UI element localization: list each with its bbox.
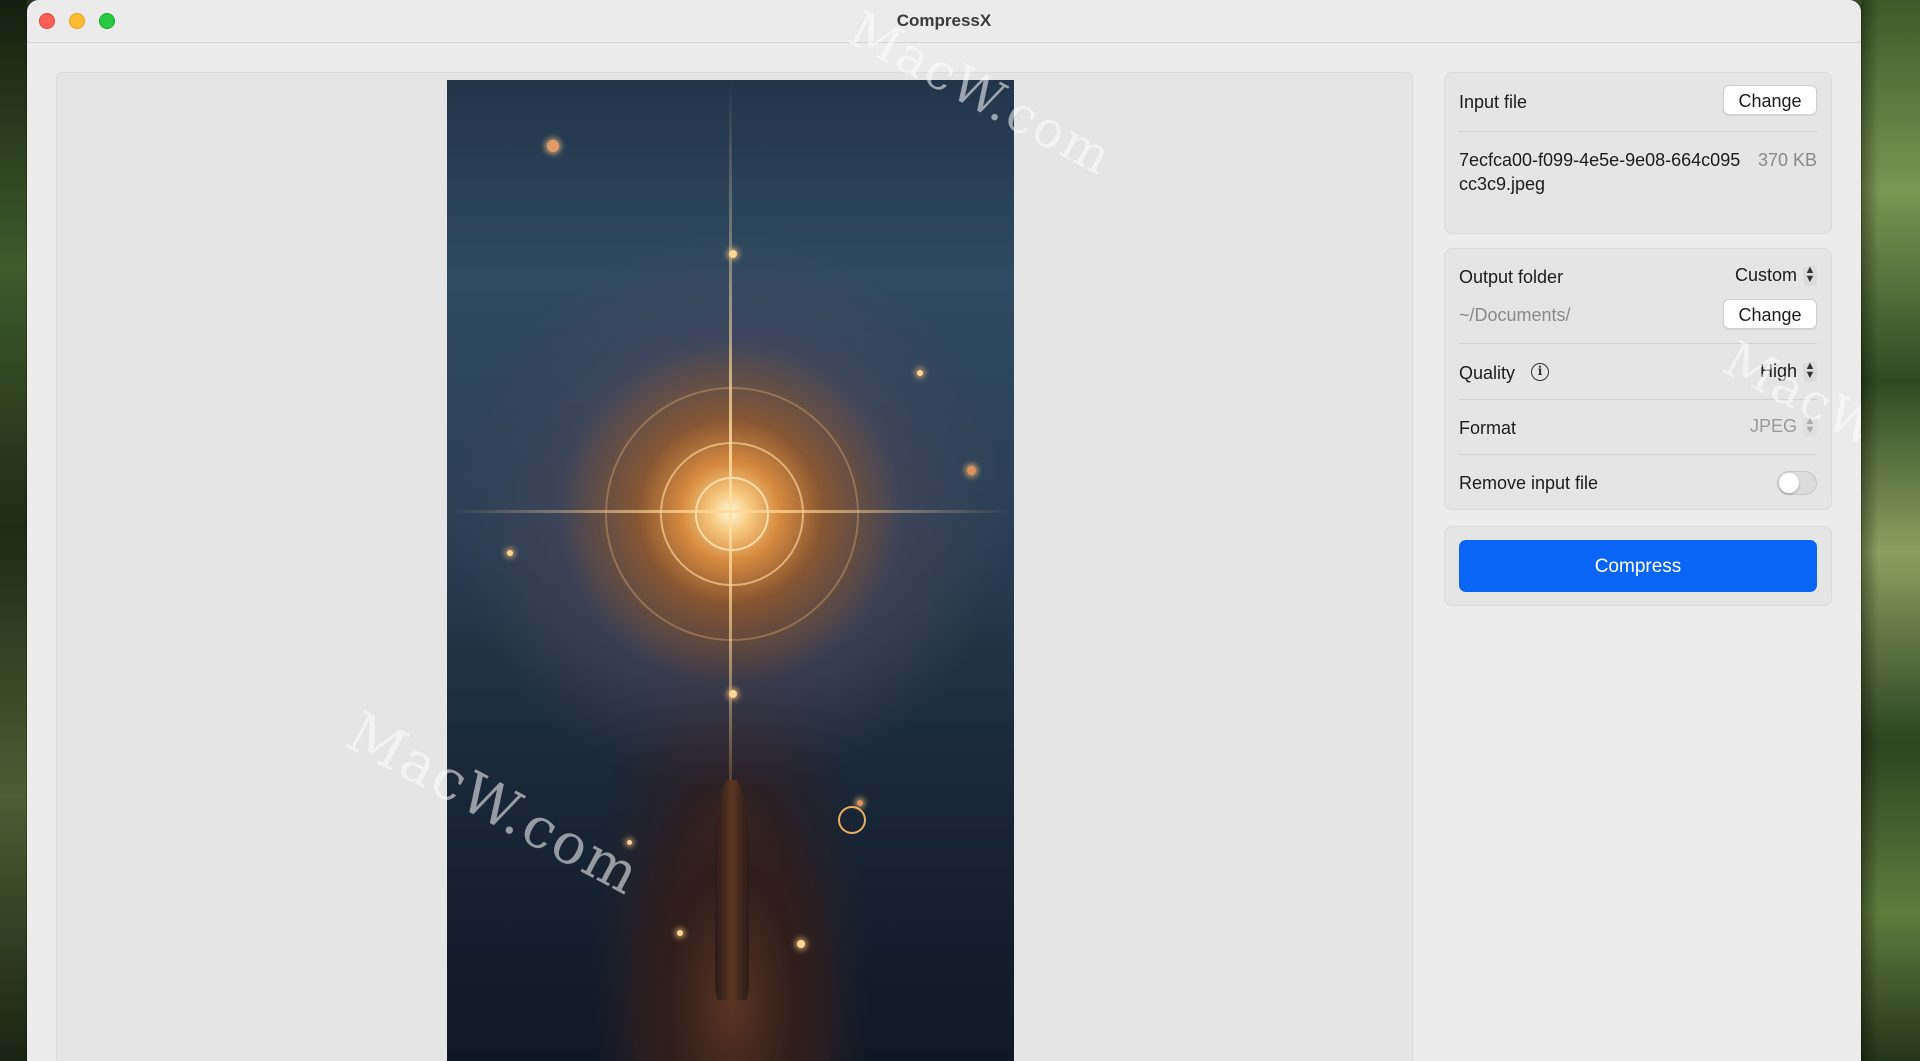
preview-art-sparkle [857, 800, 863, 806]
output-folder-mode: Custom [1734, 265, 1797, 285]
preview-art-sparkle [967, 466, 976, 475]
divider [1459, 454, 1817, 455]
preview-art-orb [838, 806, 866, 834]
divider [1459, 343, 1817, 344]
compress-card: Compress [1444, 526, 1832, 606]
preview-art-sparkle [677, 930, 683, 936]
change-input-file-button[interactable]: Change [1723, 85, 1817, 115]
format-popup: JPEG ▲ ▼ [1749, 414, 1817, 437]
divider [1459, 399, 1817, 400]
preview-art-sparkle [729, 690, 737, 698]
preview-art-sparkle [627, 840, 632, 845]
format-label: Format [1459, 418, 1517, 438]
preview-art-sparkle [797, 940, 805, 948]
info-icon[interactable]: i [1531, 363, 1549, 381]
format-value: JPEG [1749, 416, 1797, 436]
preview-pane [56, 72, 1413, 1061]
desktop-background-right [1861, 0, 1920, 1061]
input-file-card: Input file Change 7ecfca00-f099-4e5e-9e0… [1444, 72, 1832, 234]
output-settings-card: Output folder Custom ▲ ▼ ~/Documents/ Cha… [1444, 248, 1832, 510]
toggle-knob [1779, 473, 1799, 493]
input-file-size: 370 KB [1757, 150, 1817, 170]
chevron-updown-icon: ▲ ▼ [1803, 263, 1817, 286]
chevron-updown-icon: ▲ ▼ [1803, 359, 1817, 382]
change-output-folder-button[interactable]: Change [1723, 299, 1817, 329]
window-title: CompressX [896, 11, 992, 30]
output-folder-label: Output folder [1459, 267, 1564, 287]
divider [1459, 131, 1817, 132]
preview-art-sparkle [917, 370, 923, 376]
desktop-background-left [0, 0, 27, 1061]
output-folder-path: ~/Documents/ [1459, 305, 1571, 325]
output-folder-popup[interactable]: Custom ▲ ▼ [1734, 263, 1817, 286]
quality-label: Quality [1459, 363, 1516, 383]
quality-popup[interactable]: High ▲ ▼ [1759, 359, 1817, 382]
remove-input-file-label: Remove input file [1459, 473, 1599, 493]
preview-art-sparkle [729, 250, 737, 258]
preview-art-sparkle [547, 140, 559, 152]
input-file-name: 7ecfca00-f099-4e5e-9e08-664c095cc3c9.jpe… [1459, 150, 1741, 194]
title-bar: CompressX [27, 0, 1861, 43]
compress-button[interactable]: Compress [1459, 540, 1817, 592]
preview-art-sparkle [507, 550, 513, 556]
remove-input-file-toggle[interactable] [1777, 471, 1817, 495]
preview-art-ring [695, 477, 769, 551]
image-preview [447, 80, 1014, 1061]
input-file-label: Input file [1459, 92, 1528, 112]
preview-art-ray [729, 80, 732, 780]
chevron-updown-icon: ▲ ▼ [1803, 414, 1817, 437]
quality-value: High [1759, 361, 1797, 381]
app-window: CompressX Input file Change 7ecfca00-f09… [27, 0, 1861, 1061]
preview-art-trunk [715, 780, 749, 1000]
